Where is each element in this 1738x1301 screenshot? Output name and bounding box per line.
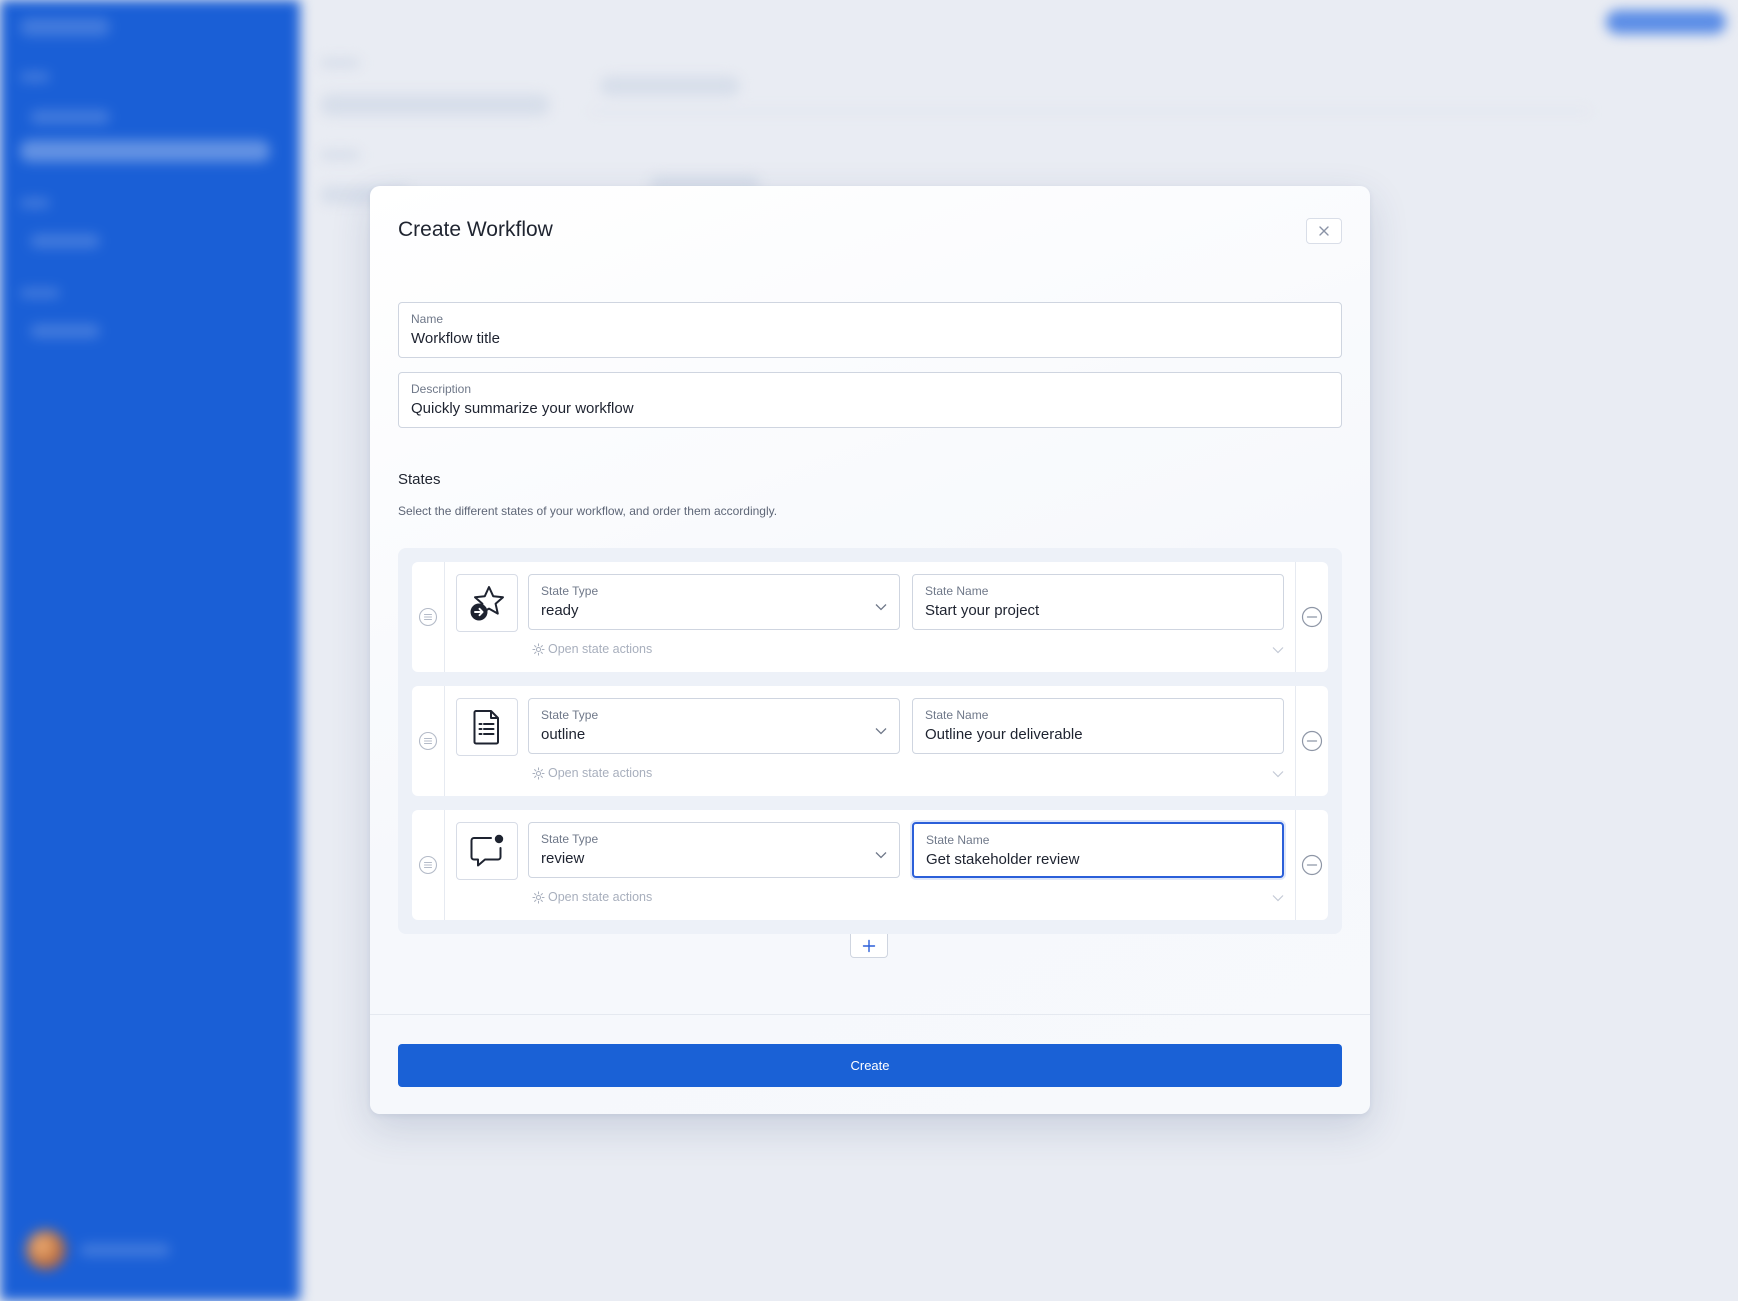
state-name-label: State Name	[926, 833, 990, 847]
create-workflow-modal: Create Workflow Name Workflow title Desc…	[370, 186, 1370, 1114]
state-name-label: State Name	[925, 708, 989, 722]
close-button[interactable]	[1306, 218, 1342, 244]
remove-state-button[interactable]	[1295, 686, 1328, 796]
background-avatar	[26, 1230, 66, 1270]
chevron-down-icon[interactable]	[1272, 770, 1284, 778]
state-row: State Type review State Name Get stakeho…	[412, 810, 1328, 920]
minus-circle-icon	[1301, 854, 1323, 876]
chevron-down-icon	[875, 728, 887, 735]
states-section-description: Select the different states of your work…	[398, 504, 778, 518]
chevron-down-icon	[875, 604, 887, 611]
state-row: State Type outline State Name Outline yo…	[412, 686, 1328, 796]
state-icon-box[interactable]	[456, 698, 518, 756]
state-icon-box[interactable]	[456, 574, 518, 632]
minus-circle-icon	[1301, 730, 1323, 752]
states-list: State Type ready State Name Start your p…	[398, 548, 1342, 934]
state-row: State Type ready State Name Start your p…	[412, 562, 1328, 672]
open-state-actions-label: Open state actions	[548, 642, 653, 656]
document-list-icon	[473, 710, 499, 745]
open-state-actions-label: Open state actions	[548, 766, 653, 780]
add-state-button[interactable]	[850, 934, 888, 958]
open-state-actions-link[interactable]: Open state actions	[532, 642, 652, 656]
state-name-value[interactable]: Outline your deliverable	[925, 726, 1083, 743]
state-type-label: State Type	[541, 708, 599, 722]
remove-state-button[interactable]	[1295, 562, 1328, 672]
drag-handle-icon	[418, 607, 438, 627]
state-type-label: State Type	[541, 832, 599, 846]
chat-notification-icon	[470, 834, 504, 867]
description-field-label: Description	[411, 382, 472, 396]
open-state-actions-label: Open state actions	[548, 890, 653, 904]
remove-state-button[interactable]	[1295, 810, 1328, 920]
gear-icon	[532, 766, 545, 780]
minus-circle-icon	[1301, 606, 1323, 628]
drag-handle[interactable]	[412, 810, 445, 920]
drag-handle-icon	[418, 855, 438, 875]
gear-icon	[532, 890, 545, 904]
chevron-down-icon[interactable]	[1272, 646, 1284, 654]
name-field-label: Name	[411, 312, 444, 326]
chevron-down-icon[interactable]	[1272, 894, 1284, 902]
state-name-input[interactable]: State Name Start your project	[912, 574, 1284, 630]
background-sidebar	[0, 0, 300, 1301]
state-icon-box[interactable]	[456, 822, 518, 880]
description-field[interactable]: Description Quickly summarize your workf…	[398, 372, 1342, 428]
open-state-actions-link[interactable]: Open state actions	[532, 890, 652, 904]
state-type-value: review	[541, 850, 585, 867]
state-name-input[interactable]: State Name Get stakeholder review	[912, 822, 1284, 878]
description-field-value[interactable]: Quickly summarize your workflow	[411, 400, 634, 417]
star-arrow-icon	[470, 586, 504, 621]
state-type-value: outline	[541, 726, 586, 743]
name-field-value[interactable]: Workflow title	[411, 330, 500, 347]
state-name-input[interactable]: State Name Outline your deliverable	[912, 698, 1284, 754]
states-section-title: States	[398, 471, 441, 488]
state-type-value: ready	[541, 602, 579, 619]
state-type-label: State Type	[541, 584, 599, 598]
drag-handle-icon	[418, 731, 438, 751]
state-type-select[interactable]: State Type review	[528, 822, 900, 878]
drag-handle[interactable]	[412, 562, 445, 672]
create-button[interactable]: Create	[398, 1044, 1342, 1087]
plus-icon	[862, 939, 876, 952]
state-name-label: State Name	[925, 584, 989, 598]
gear-icon	[532, 642, 545, 656]
modal-divider	[370, 1014, 1370, 1015]
open-state-actions-link[interactable]: Open state actions	[532, 766, 652, 780]
close-icon	[1319, 226, 1329, 236]
state-name-value[interactable]: Start your project	[925, 602, 1039, 619]
drag-handle[interactable]	[412, 686, 445, 796]
name-field[interactable]: Name Workflow title	[398, 302, 1342, 358]
state-name-value[interactable]: Get stakeholder review	[926, 851, 1079, 868]
chevron-down-icon	[875, 852, 887, 859]
modal-title: Create Workflow	[398, 218, 553, 241]
state-type-select[interactable]: State Type outline	[528, 698, 900, 754]
state-type-select[interactable]: State Type ready	[528, 574, 900, 630]
